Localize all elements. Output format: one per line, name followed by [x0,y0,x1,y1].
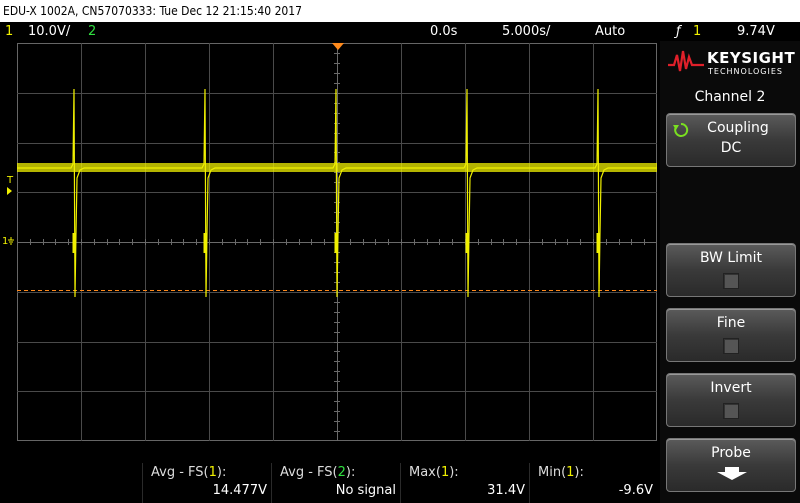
bw-limit-softkey[interactable]: BW Limit [666,243,796,297]
time-scale[interactable]: 5.000s/ [502,22,550,41]
trigger-source[interactable]: 1 [693,22,701,41]
measurement-bar: Avg - FS(1): 14.477V Avg - FS(2): No sig… [0,463,657,503]
logo-brand: KEYSIGHT [707,49,796,67]
measurement-avg-fs1[interactable]: Avg - FS(1): 14.477V [142,463,271,503]
fine-softkey[interactable]: Fine [666,308,796,362]
invert-label: Invert [710,380,752,396]
logo-sub: TECHNOLOGIES [708,67,783,76]
submenu-arrow-icon [717,467,747,480]
trigger-level-marker[interactable]: T [7,175,13,195]
probe-softkey[interactable]: Probe [666,438,796,492]
measurement-value: No signal [335,483,396,498]
status-bar: 1 10.0V/ 2 0.0s 5.000s/ Auto ƒ 1 9.74V [0,22,800,41]
trigger-edge-icon: ƒ [676,24,681,39]
measurement-avg-fs2[interactable]: Avg - FS(2): No signal [271,463,400,503]
measurement-value: 31.4V [487,483,525,498]
invert-softkey[interactable]: Invert [666,373,796,427]
trigger-marker-label: T [7,175,14,186]
coupling-label: Coupling [707,120,769,136]
invert-checkbox[interactable] [723,403,739,419]
measurement-max1[interactable]: Max(1): 31.4V [400,463,529,503]
bw-limit-checkbox[interactable] [723,273,739,289]
trigger-position-icon[interactable] [332,43,344,51]
trigger-arrow-icon [7,187,12,195]
ch2-indicator[interactable]: 2 [88,22,96,41]
ch1-baseline-band [17,163,657,172]
softkey-panel: KEYSIGHT TECHNOLOGIES Channel 2 Coupling… [660,41,800,503]
ch1-indicator[interactable]: 1 [5,22,13,41]
graticule [17,43,657,441]
ch1-scale[interactable]: 10.0V/ [28,22,70,41]
waveform-display[interactable] [17,43,657,441]
fine-label: Fine [716,315,746,331]
ch1-ground-marker[interactable]: 1 [2,236,14,247]
window-title: EDU-X 1002A, CN57070333: Tue Dec 12 21:1… [0,0,800,22]
measurement-label: Avg - FS(1): [151,465,227,480]
bw-limit-label: BW Limit [699,250,763,266]
keysight-logo: KEYSIGHT TECHNOLOGIES [660,41,800,89]
fine-checkbox[interactable] [723,338,739,354]
measurement-label: Min(1): [538,465,584,480]
time-offset[interactable]: 0.0s [430,22,457,41]
measurement-label: Max(1): [409,465,459,480]
measurement-value: 14.477V [212,483,267,498]
measurement-min1[interactable]: Min(1): -9.6V [529,463,657,503]
probe-label: Probe [711,445,751,461]
measurement-label: Avg - FS(2): [280,465,356,480]
ground-icon [8,237,14,245]
measurement-value: -9.6V [618,483,653,498]
trigger-mode[interactable]: Auto [595,22,625,41]
trigger-level[interactable]: 9.74V [737,22,775,41]
keysight-wave-icon [668,50,704,72]
menu-title: Channel 2 [694,89,766,105]
coupling-softkey[interactable]: Coupling DC [666,113,796,167]
coupling-value: DC [720,140,742,156]
